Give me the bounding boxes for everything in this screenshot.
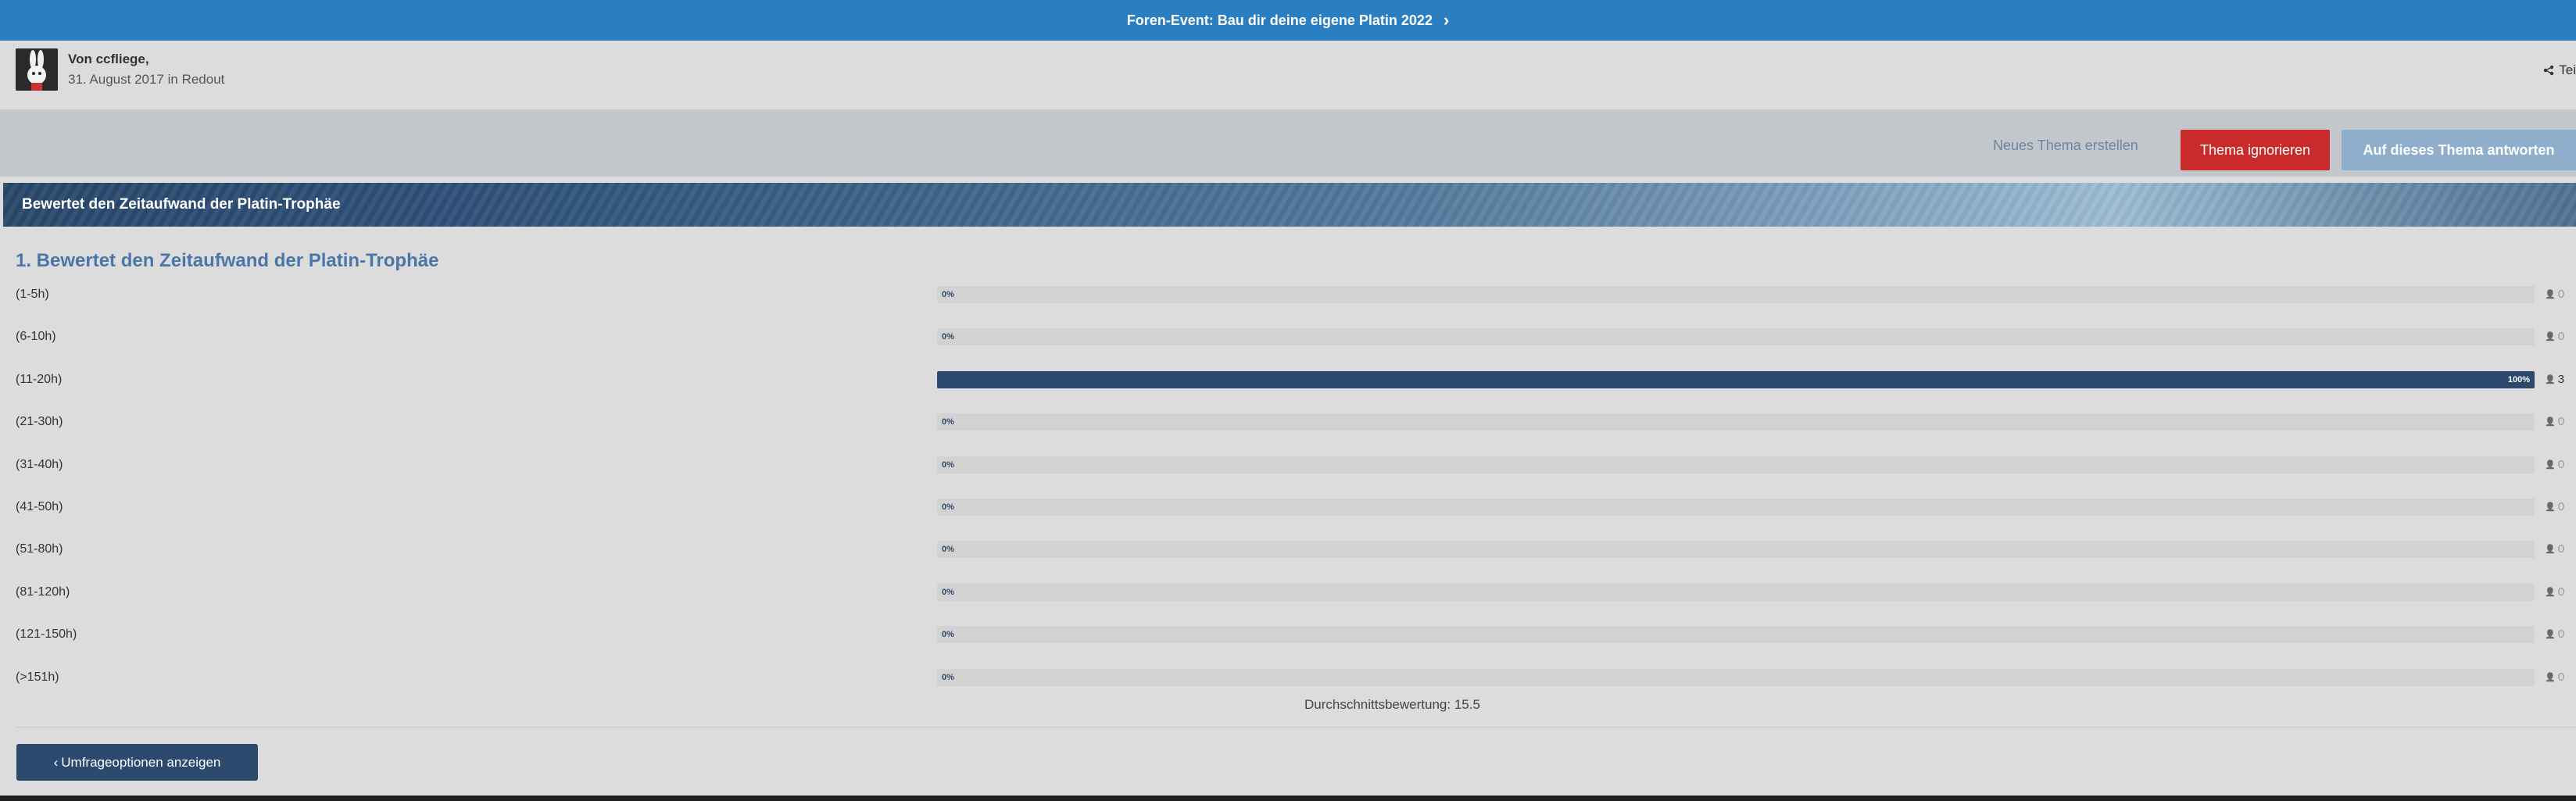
poll-option-label: (121-150h) bbox=[16, 628, 77, 641]
user-icon: 👤 bbox=[2545, 502, 2556, 512]
poll-option-label: (81-120h) bbox=[16, 585, 70, 599]
new-topic-button[interactable]: Neues Thema erstellen bbox=[1993, 128, 2138, 163]
share-label: Tei bbox=[2559, 63, 2576, 77]
poll-option-label: (41-50h) bbox=[16, 500, 63, 513]
ignore-topic-button[interactable]: Thema ignorieren bbox=[2181, 130, 2330, 170]
poll-option-percent: 0% bbox=[942, 630, 954, 639]
poll-option-bar: 0% bbox=[937, 456, 2535, 474]
poll-option-bar: 0% bbox=[937, 541, 2535, 558]
reply-topic-button[interactable]: Auf dieses Thema antworten bbox=[2342, 130, 2576, 170]
poll-option-label: (6-10h) bbox=[16, 330, 56, 343]
poll-header-banner: Bewertet den Zeitaufwand der Platin-Trop… bbox=[3, 183, 2576, 227]
poll-option-vote-count: 0 bbox=[2557, 542, 2565, 556]
poll-options-button[interactable]: ‹ Umfrageoptionen anzeigen bbox=[16, 744, 258, 781]
poll-option-percent: 0% bbox=[942, 460, 954, 470]
user-icon: 👤 bbox=[2545, 417, 2556, 427]
poll-option-voters: 👤 0 bbox=[2545, 288, 2564, 301]
forum-event-text[interactable]: Foren-Event: Bau dir deine eigene Platin… bbox=[1127, 13, 1433, 29]
poll-option-vote-count: 3 bbox=[2557, 373, 2565, 386]
poll-option-voters[interactable]: 👤 3 bbox=[2545, 373, 2564, 386]
author-line: Von ccfliege, bbox=[68, 52, 149, 67]
poll-option-percent: 0% bbox=[942, 332, 954, 341]
poll-option-bar: 0% bbox=[937, 584, 2535, 601]
poll-option-vote-count: 0 bbox=[2557, 500, 2565, 513]
poll-option-percent: 0% bbox=[942, 588, 954, 597]
poll-option-voters: 👤 0 bbox=[2545, 585, 2564, 599]
poll-option-vote-count: 0 bbox=[2557, 415, 2565, 428]
poll-option-bar: 0% bbox=[937, 413, 2535, 431]
user-icon: 👤 bbox=[2545, 290, 2556, 299]
author-prefix: Von bbox=[68, 52, 96, 66]
share-icon bbox=[2544, 65, 2554, 76]
poll-option-vote-count: 0 bbox=[2557, 458, 2565, 471]
poll-option-label: (21-30h) bbox=[16, 415, 63, 428]
poll-option-vote-count: 0 bbox=[2557, 670, 2565, 684]
poll-option-label: (>151h) bbox=[16, 670, 59, 684]
poll-question: 1. Bewertet den Zeitaufwand der Platin-T… bbox=[16, 250, 439, 271]
user-icon: 👤 bbox=[2545, 588, 2556, 597]
poll-option-vote-count: 0 bbox=[2557, 288, 2565, 301]
chevron-right-icon: › bbox=[1443, 10, 1450, 30]
poll-option-bar: 100% bbox=[937, 371, 2535, 388]
user-icon: 👤 bbox=[2545, 460, 2556, 470]
poll-option-bar: 0% bbox=[937, 669, 2535, 686]
share-button[interactable]: Tei bbox=[2543, 63, 2576, 78]
footer-edge bbox=[0, 796, 2576, 801]
poll-option-voters: 👤 0 bbox=[2545, 628, 2564, 641]
poll-option-vote-count: 0 bbox=[2557, 585, 2565, 599]
poll-option-voters: 👤 0 bbox=[2545, 670, 2564, 684]
user-icon: 👤 bbox=[2545, 332, 2556, 341]
caret-left-icon: ‹ bbox=[53, 754, 59, 770]
poll-option-bar-fill bbox=[937, 371, 2535, 388]
author-name[interactable]: ccfliege, bbox=[96, 52, 149, 66]
user-icon: 👤 bbox=[2545, 630, 2556, 639]
poll-option-percent: 0% bbox=[942, 673, 954, 682]
poll-option-voters: 👤 0 bbox=[2545, 458, 2564, 471]
poll-option-percent: 0% bbox=[942, 545, 954, 554]
poll-option-percent: 0% bbox=[942, 417, 954, 427]
poll-option-label: (1-5h) bbox=[16, 288, 49, 301]
poll-header-title: Bewertet den Zeitaufwand der Platin-Trop… bbox=[22, 196, 341, 213]
poll-option-voters: 👤 0 bbox=[2545, 415, 2564, 428]
poll-option-percent: 0% bbox=[942, 290, 954, 299]
poll-option-voters: 👤 0 bbox=[2545, 542, 2564, 556]
poll-option-bar: 0% bbox=[937, 499, 2535, 516]
user-icon: 👤 bbox=[2545, 545, 2556, 554]
banner-texture bbox=[3, 183, 2576, 227]
poll-option-bar: 0% bbox=[937, 328, 2535, 345]
forum-event-banner[interactable]: Foren-Event: Bau dir deine eigene Platin… bbox=[0, 0, 2576, 41]
topic-author-header: Von ccfliege, 31. August 2017 in Redout … bbox=[0, 41, 2576, 111]
topic-action-bar: Neues Thema erstellen Thema ignorieren A… bbox=[0, 111, 2576, 177]
divider bbox=[16, 727, 2576, 728]
poll-option-vote-count: 0 bbox=[2557, 628, 2565, 641]
poll-option-bar: 0% bbox=[937, 626, 2535, 643]
poll-option-vote-count: 0 bbox=[2557, 330, 2565, 343]
poll-option-label: (11-20h) bbox=[16, 373, 63, 386]
poll-option-voters: 👤 0 bbox=[2545, 330, 2564, 343]
avatar[interactable] bbox=[16, 48, 58, 91]
poll-option-bar: 0% bbox=[937, 286, 2535, 303]
poll-option-label: (51-80h) bbox=[16, 542, 63, 556]
poll-option-percent: 100% bbox=[2507, 375, 2530, 384]
poll-option-voters: 👤 0 bbox=[2545, 500, 2564, 513]
poll-option-label: (31-40h) bbox=[16, 458, 63, 471]
user-icon: 👤 bbox=[2545, 375, 2556, 384]
average-rating: Durchschnittsbewertung: 15.5 bbox=[1304, 697, 1480, 712]
user-icon: 👤 bbox=[2545, 673, 2556, 682]
poll-options-label: Umfrageoptionen anzeigen bbox=[61, 754, 221, 770]
post-date: 31. August 2017 in Redout bbox=[68, 72, 225, 87]
poll-option-percent: 0% bbox=[942, 502, 954, 512]
